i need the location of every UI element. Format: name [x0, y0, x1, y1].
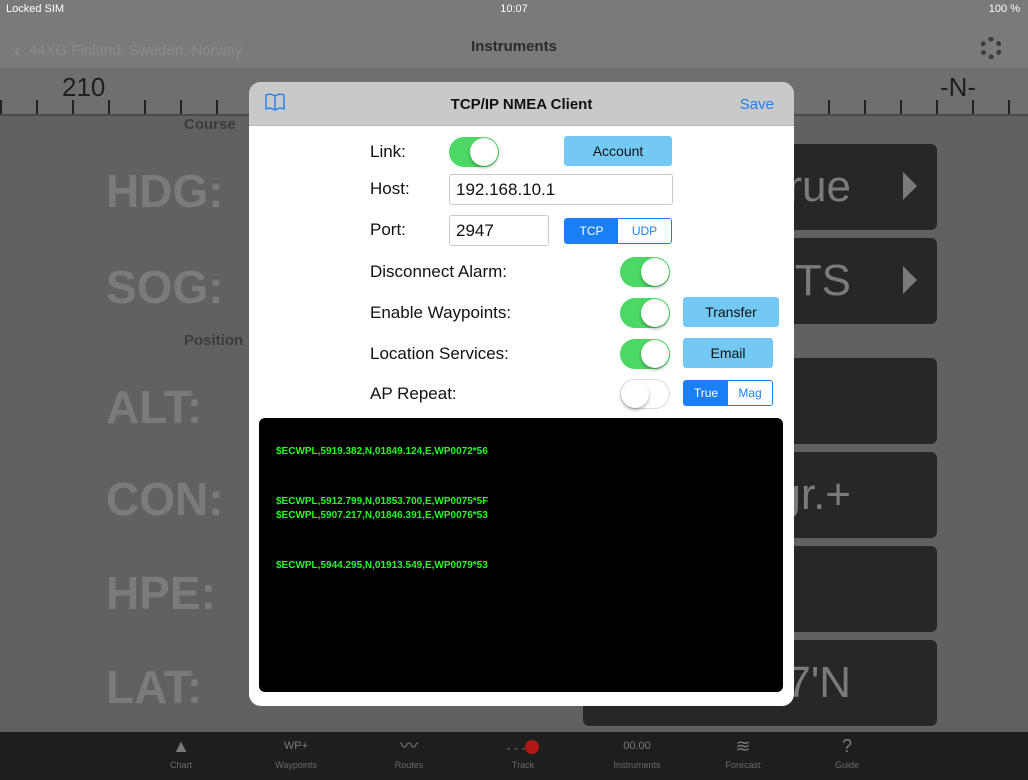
save-button[interactable]: Save	[740, 96, 774, 113]
compass-label: 210	[62, 72, 106, 102]
section-position: Position	[184, 332, 244, 349]
enable-waypoints-toggle[interactable]	[620, 298, 670, 328]
tab-chart[interactable]: ▲ Chart	[146, 732, 216, 780]
console-line: $ECWPL,5919.382,N,01849.124,E,WP0072*56	[276, 446, 488, 457]
guide-icon: ?	[841, 736, 852, 756]
tcp-option[interactable]: TCP	[565, 219, 618, 243]
host-label: Host:	[370, 179, 410, 198]
tab-forecast[interactable]: ≋ Forecast	[708, 732, 778, 780]
tab-label: Routes	[394, 760, 424, 770]
udp-option[interactable]: UDP	[618, 219, 671, 243]
instrument-label: HPE:	[106, 567, 216, 619]
chart-icon: ▲	[172, 736, 190, 756]
tab-label: Guide	[834, 760, 860, 770]
heading-mode-value: rue	[787, 162, 851, 211]
transfer-button[interactable]: Transfer	[683, 297, 779, 327]
tab-label: Instruments	[613, 760, 661, 770]
true-option[interactable]: True	[684, 381, 728, 405]
battery-label: 100 %	[988, 3, 1020, 15]
tab-guide[interactable]: ? Guide	[812, 732, 882, 780]
chevron-right-icon	[903, 172, 917, 200]
mag-option[interactable]: Mag	[728, 381, 772, 405]
page-title: Instruments	[471, 38, 557, 55]
disconnect-alarm-toggle[interactable]	[620, 257, 670, 287]
track-icon: - - -	[488, 732, 558, 760]
console-line: $ECWPL,5944.295,N,01913.549,E,WP0079*53	[276, 560, 488, 571]
port-input[interactable]: 2947	[449, 215, 549, 246]
ap-repeat-toggle[interactable]	[620, 379, 670, 409]
link-label: Link:	[370, 142, 406, 161]
status-bar: Locked SIM 10:07 100 %	[0, 0, 1028, 20]
gear-icon[interactable]	[980, 37, 1002, 59]
tab-instruments[interactable]: 00.00 Instruments	[602, 732, 672, 780]
console-line: $ECWPL,5912.799,N,01853.700,E,WP0075*5F	[276, 496, 489, 507]
instrument-label: ALT:	[106, 381, 203, 433]
tab-label: Forecast	[725, 760, 761, 770]
tab-label: Waypoints	[275, 760, 317, 770]
ap-repeat-label: AP Repeat:	[370, 384, 457, 403]
nmea-client-dialog: TCP/IP NMEA Client Save Link: Account Ho…	[249, 82, 794, 706]
instrument-label: HDG:	[106, 165, 224, 217]
protocol-segmented-control: TCP UDP	[564, 218, 672, 244]
instrument-label: CON:	[106, 473, 224, 525]
dialog-header: TCP/IP NMEA Client Save	[249, 82, 794, 126]
tab-label: Track	[511, 760, 535, 770]
instrument-label: SOG:	[106, 261, 224, 313]
speed-unit-value: TS	[794, 256, 851, 305]
clock: 10:07	[500, 3, 528, 15]
heading-reference-segmented-control: True Mag	[683, 380, 773, 406]
tab-track[interactable]: - - - Track	[488, 732, 558, 780]
tab-waypoints[interactable]: WP+ Waypoints	[261, 732, 331, 780]
dialog-title: TCP/IP NMEA Client	[450, 96, 593, 113]
instrument-label: LAT:	[106, 661, 203, 713]
route-icon: 〰	[400, 736, 418, 756]
forecast-icon: ≋	[735, 736, 751, 756]
tab-routes[interactable]: 〰 Routes	[374, 732, 444, 780]
email-button[interactable]: Email	[683, 338, 773, 368]
port-label: Port:	[370, 220, 406, 239]
enable-waypoints-label: Enable Waypoints:	[370, 303, 512, 322]
location-services-toggle[interactable]	[620, 339, 670, 369]
navigation-bar: ‹ 44XG Finland, Sweden, Norway Instrumen…	[0, 20, 1028, 68]
tab-label: Chart	[169, 760, 192, 770]
nmea-console[interactable]: $ECWPL,5919.382,N,01849.124,E,WP0072*56 …	[259, 418, 783, 692]
waypoint-add-icon: WP+	[283, 740, 309, 752]
compass-label: -N-	[940, 72, 977, 102]
section-course: Course	[184, 116, 236, 133]
disconnect-alarm-label: Disconnect Alarm:	[370, 262, 507, 281]
link-toggle[interactable]	[449, 137, 499, 167]
tab-bar: ▲ Chart WP+ Waypoints 〰 Routes - - - Tra…	[0, 732, 1028, 780]
host-input[interactable]: 192.168.10.1	[449, 174, 673, 205]
account-button[interactable]: Account	[564, 136, 672, 166]
console-line: $ECWPL,5907.217,N,01846.391,E,WP0076*53	[276, 510, 488, 521]
instruments-icon: 00.00	[623, 740, 651, 752]
location-services-label: Location Services:	[370, 344, 509, 363]
chevron-right-icon	[903, 266, 917, 294]
